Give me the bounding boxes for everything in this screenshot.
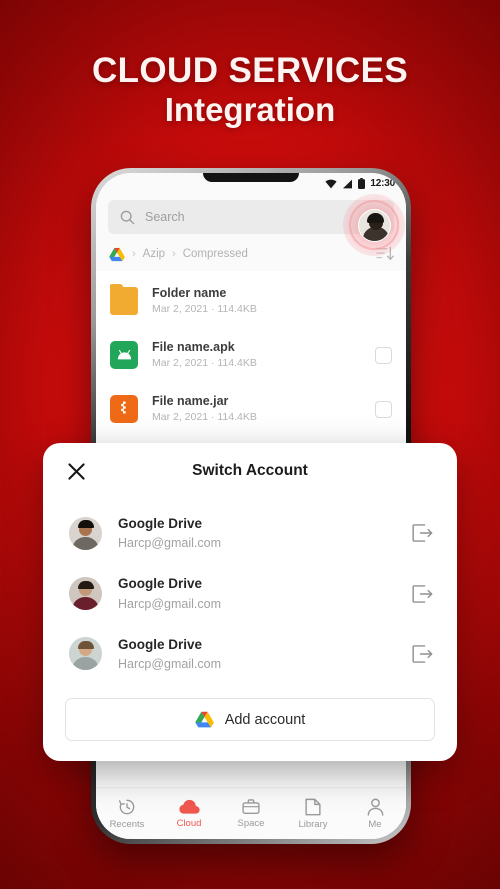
nav-label: Space — [237, 818, 265, 829]
account-email: Harcp@gmail.com — [118, 536, 221, 551]
account-name: Google Drive — [118, 516, 203, 531]
bottom-navigation: Recents Cloud Space Library Me — [96, 787, 406, 839]
file-checkbox[interactable] — [375, 400, 392, 418]
account-name: Google Drive — [118, 636, 203, 652]
account-info: Google Drive Harcp@gmail.com — [118, 574, 396, 612]
account-list: Google Drive Harcp@gmail.com Google Driv… — [43, 499, 457, 684]
nav-item-cloud[interactable]: Cloud — [158, 799, 220, 829]
apk-file-icon — [110, 341, 138, 369]
nav-item-library[interactable]: Library — [282, 798, 344, 830]
nav-item-me[interactable]: Me — [344, 798, 406, 830]
account-info: Google Drive Harcp@gmail.com — [118, 635, 396, 673]
nav-item-recents[interactable]: Recents — [96, 798, 158, 830]
nav-label: Cloud — [176, 817, 202, 829]
headline-line-2: Integration — [164, 91, 336, 129]
google-drive-icon[interactable] — [109, 247, 125, 262]
breadcrumb-separator: › — [132, 248, 136, 260]
file-list-item[interactable]: File name.apk Mar 2, 2021 · 114.4KB — [96, 328, 406, 382]
folder-icon — [110, 284, 138, 315]
wifi-icon — [325, 179, 338, 189]
signal-icon — [342, 179, 353, 189]
status-time: 12:30 — [370, 178, 395, 189]
file-name: File name.apk — [152, 339, 235, 354]
nav-item-space[interactable]: Space — [220, 798, 282, 829]
cloud-icon — [178, 799, 200, 815]
account-row[interactable]: Google Drive Harcp@gmail.com — [43, 624, 457, 684]
add-account-label: Add account — [224, 711, 306, 728]
account-email: Harcp@gmail.com — [118, 596, 221, 611]
file-meta: Mar 2, 2021 · 114.4KB — [152, 356, 257, 369]
close-icon[interactable] — [65, 460, 87, 482]
search-icon — [120, 210, 135, 225]
file-info: File name.apk Mar 2, 2021 · 114.4KB — [152, 339, 361, 372]
account-row[interactable]: Google Drive Harcp@gmail.com — [43, 563, 457, 623]
file-info: File name.jar Mar 2, 2021 · 114.4KB — [152, 393, 361, 426]
google-drive-icon — [195, 711, 214, 728]
file-list-item[interactable]: Folder name Mar 2, 2021 · 114.4KB — [96, 274, 406, 328]
file-meta: Mar 2, 2021 · 114.4KB — [152, 410, 257, 423]
briefcase-icon — [242, 798, 260, 815]
sign-out-icon[interactable] — [412, 523, 433, 543]
breadcrumb-item-compressed[interactable]: Compressed — [183, 248, 248, 260]
phone-notch — [203, 173, 299, 182]
dialog-header: Switch Account — [43, 443, 457, 499]
account-name: Google Drive — [118, 576, 203, 592]
person-icon — [367, 798, 384, 816]
file-checkbox[interactable] — [375, 346, 392, 364]
file-name: Folder name — [152, 285, 227, 300]
nav-label: Library — [298, 818, 328, 830]
breadcrumb-separator: › — [172, 248, 176, 260]
jar-file-icon — [110, 395, 138, 423]
add-account-button[interactable]: Add account — [65, 698, 435, 742]
avatar[interactable] — [357, 208, 391, 242]
document-icon — [305, 798, 321, 816]
file-meta: Mar 2, 2021 · 114.4KB — [152, 302, 257, 315]
nav-label: Recents — [109, 818, 145, 830]
file-list-item[interactable]: File name.jar Mar 2, 2021 · 114.4KB — [96, 382, 406, 436]
file-name: File name.jar — [152, 393, 229, 408]
battery-icon — [358, 178, 366, 189]
page-title: CLOUD SERVICES Integration — [0, 52, 500, 130]
sign-out-icon[interactable] — [412, 644, 433, 664]
account-info: Google Drive Harcp@gmail.com — [118, 514, 396, 552]
nav-label: Me — [368, 818, 382, 830]
clock-history-icon — [118, 798, 136, 816]
avatar-tap-highlight — [343, 194, 405, 256]
headline-line-1: CLOUD SERVICES — [91, 51, 409, 90]
account-row[interactable]: Google Drive Harcp@gmail.com — [43, 503, 457, 563]
account-avatar — [69, 577, 102, 611]
file-info: Folder name Mar 2, 2021 · 114.4KB — [152, 285, 392, 318]
account-avatar — [69, 516, 102, 550]
account-avatar — [69, 637, 102, 671]
breadcrumb-item-azip[interactable]: Azip — [143, 248, 165, 260]
avatar-hair — [366, 212, 384, 223]
sign-out-icon[interactable] — [412, 584, 433, 604]
dialog-title: Switch Account — [192, 462, 308, 479]
switch-account-dialog: Switch Account Google Drive Harcp@gmail.… — [43, 443, 457, 762]
account-email: Harcp@gmail.com — [118, 657, 221, 671]
